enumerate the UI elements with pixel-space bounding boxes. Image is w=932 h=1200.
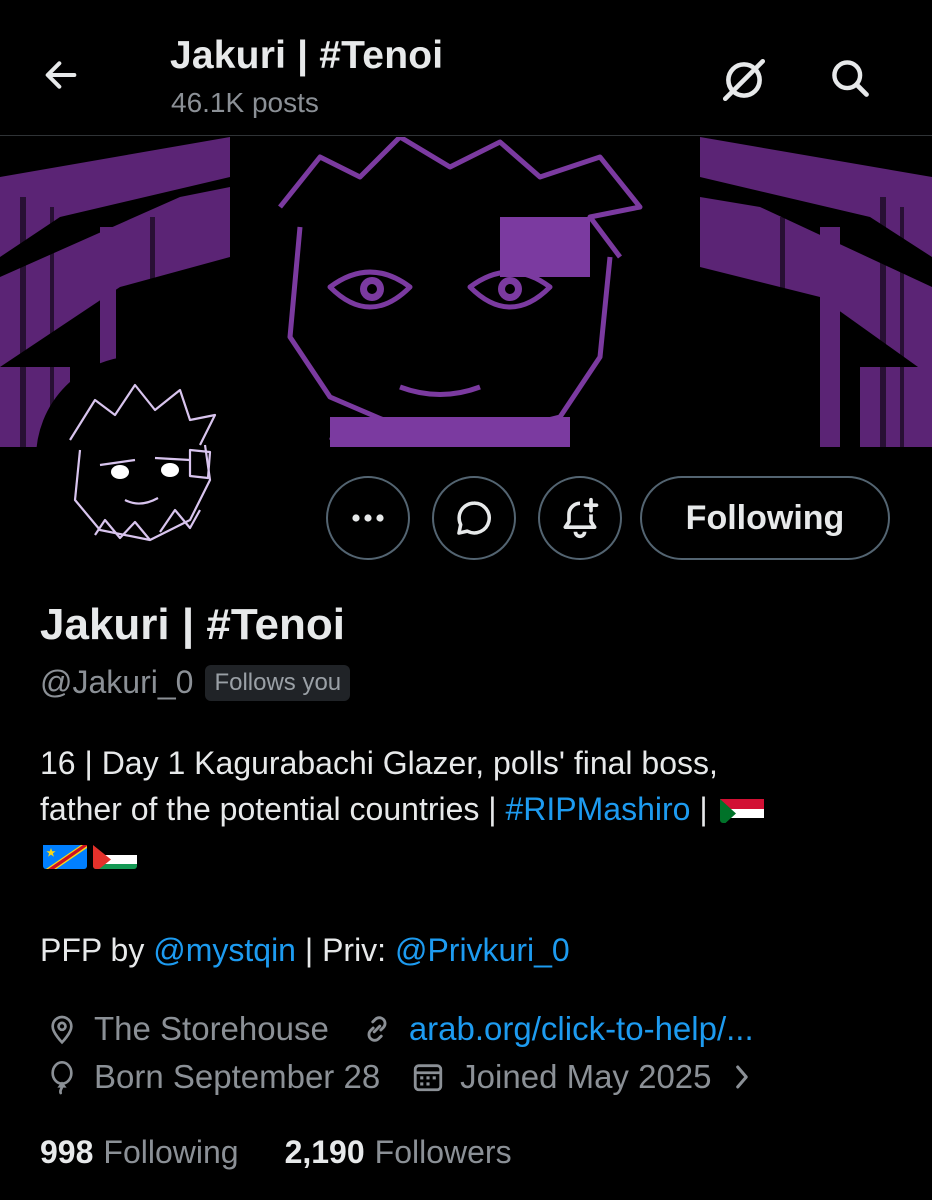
joined-text: Joined May 2025 [460,1058,712,1095]
following-button[interactable]: Following [640,476,890,560]
follow-stats: 998 Following 2,190 Followers [40,1134,512,1171]
pfp-label: PFP by [40,932,154,968]
user-handle: @Jakuri_0 [40,664,194,700]
balloon-icon [44,1059,80,1095]
bio-line-1: 16 | Day 1 Kagurabachi Glazer, polls' fi… [40,745,718,781]
post-count: 46.1K posts [171,87,319,118]
followers-label: Followers [374,1134,512,1170]
following-stat[interactable]: 998 Following [40,1134,239,1171]
dr-congo-flag [43,840,87,869]
following-count: 998 [40,1134,94,1170]
search-icon [832,60,869,97]
message-icon [457,501,491,535]
meta-row-2: Born September 28 Joined May 2025 [44,1058,790,1096]
priv-label: | Priv: [295,932,395,968]
pfp-credit-line: PFP by @mystqin | Priv: @Privkuri_0 [40,932,570,969]
bio-line-2-text: father of the potential countries | [40,791,506,827]
joined-item[interactable]: Joined May 2025 [410,1058,759,1096]
header-title: Jakuri | #Tenoi [170,34,444,77]
message-button[interactable] [432,476,516,560]
bio-line-2: father of the potential countries | #RIP… [40,786,900,832]
chevron-right-icon [724,1059,760,1095]
grok-icon [722,58,766,102]
birthday-item: Born September 28 [44,1058,380,1096]
link-icon [359,1011,395,1047]
handle-row: @Jakuri_0 Follows you [40,664,351,701]
following-label: Following [103,1134,239,1170]
bio-line-3 [40,832,900,878]
more-button[interactable] [326,476,410,560]
pfp-artist-link[interactable]: @mystqin [153,932,296,968]
back-button[interactable] [36,50,86,100]
bio-separator: | [690,791,708,827]
calendar-icon [410,1059,446,1095]
grok-button[interactable] [716,52,772,108]
profile-bio: 16 | Day 1 Kagurabachi Glazer, polls' fi… [40,740,900,878]
website-item[interactable]: arab.org/click-to-help/... [359,1010,754,1048]
followers-stat[interactable]: 2,190 Followers [285,1134,512,1171]
priv-account-link[interactable]: @Privkuri_0 [395,932,570,968]
palestine-flag [93,840,137,869]
display-name: Jakuri | #Tenoi [40,600,345,649]
avatar-image [40,360,236,556]
location-item: The Storehouse [44,1010,329,1048]
sudan-flag [719,794,764,823]
location-text: The Storehouse [94,1010,329,1047]
profile-avatar[interactable] [36,356,240,560]
more-icon [352,514,384,522]
notify-button[interactable] [538,476,622,560]
top-bar: Jakuri | #Tenoi 46.1K posts [0,0,932,136]
website-link[interactable]: arab.org/click-to-help/... [409,1010,754,1048]
bell-plus-icon [563,497,599,539]
birthday-text: Born September 28 [94,1058,381,1095]
meta-row-1: The Storehouse arab.org/click-to-help/..… [44,1010,784,1048]
location-pin-icon [44,1011,80,1047]
hashtag-link[interactable]: #RIPMashiro [505,791,690,827]
search-button[interactable] [822,50,878,106]
follows-you-badge: Follows you [205,664,351,701]
arrow-left-icon [45,61,77,89]
followers-count: 2,190 [284,1134,365,1170]
